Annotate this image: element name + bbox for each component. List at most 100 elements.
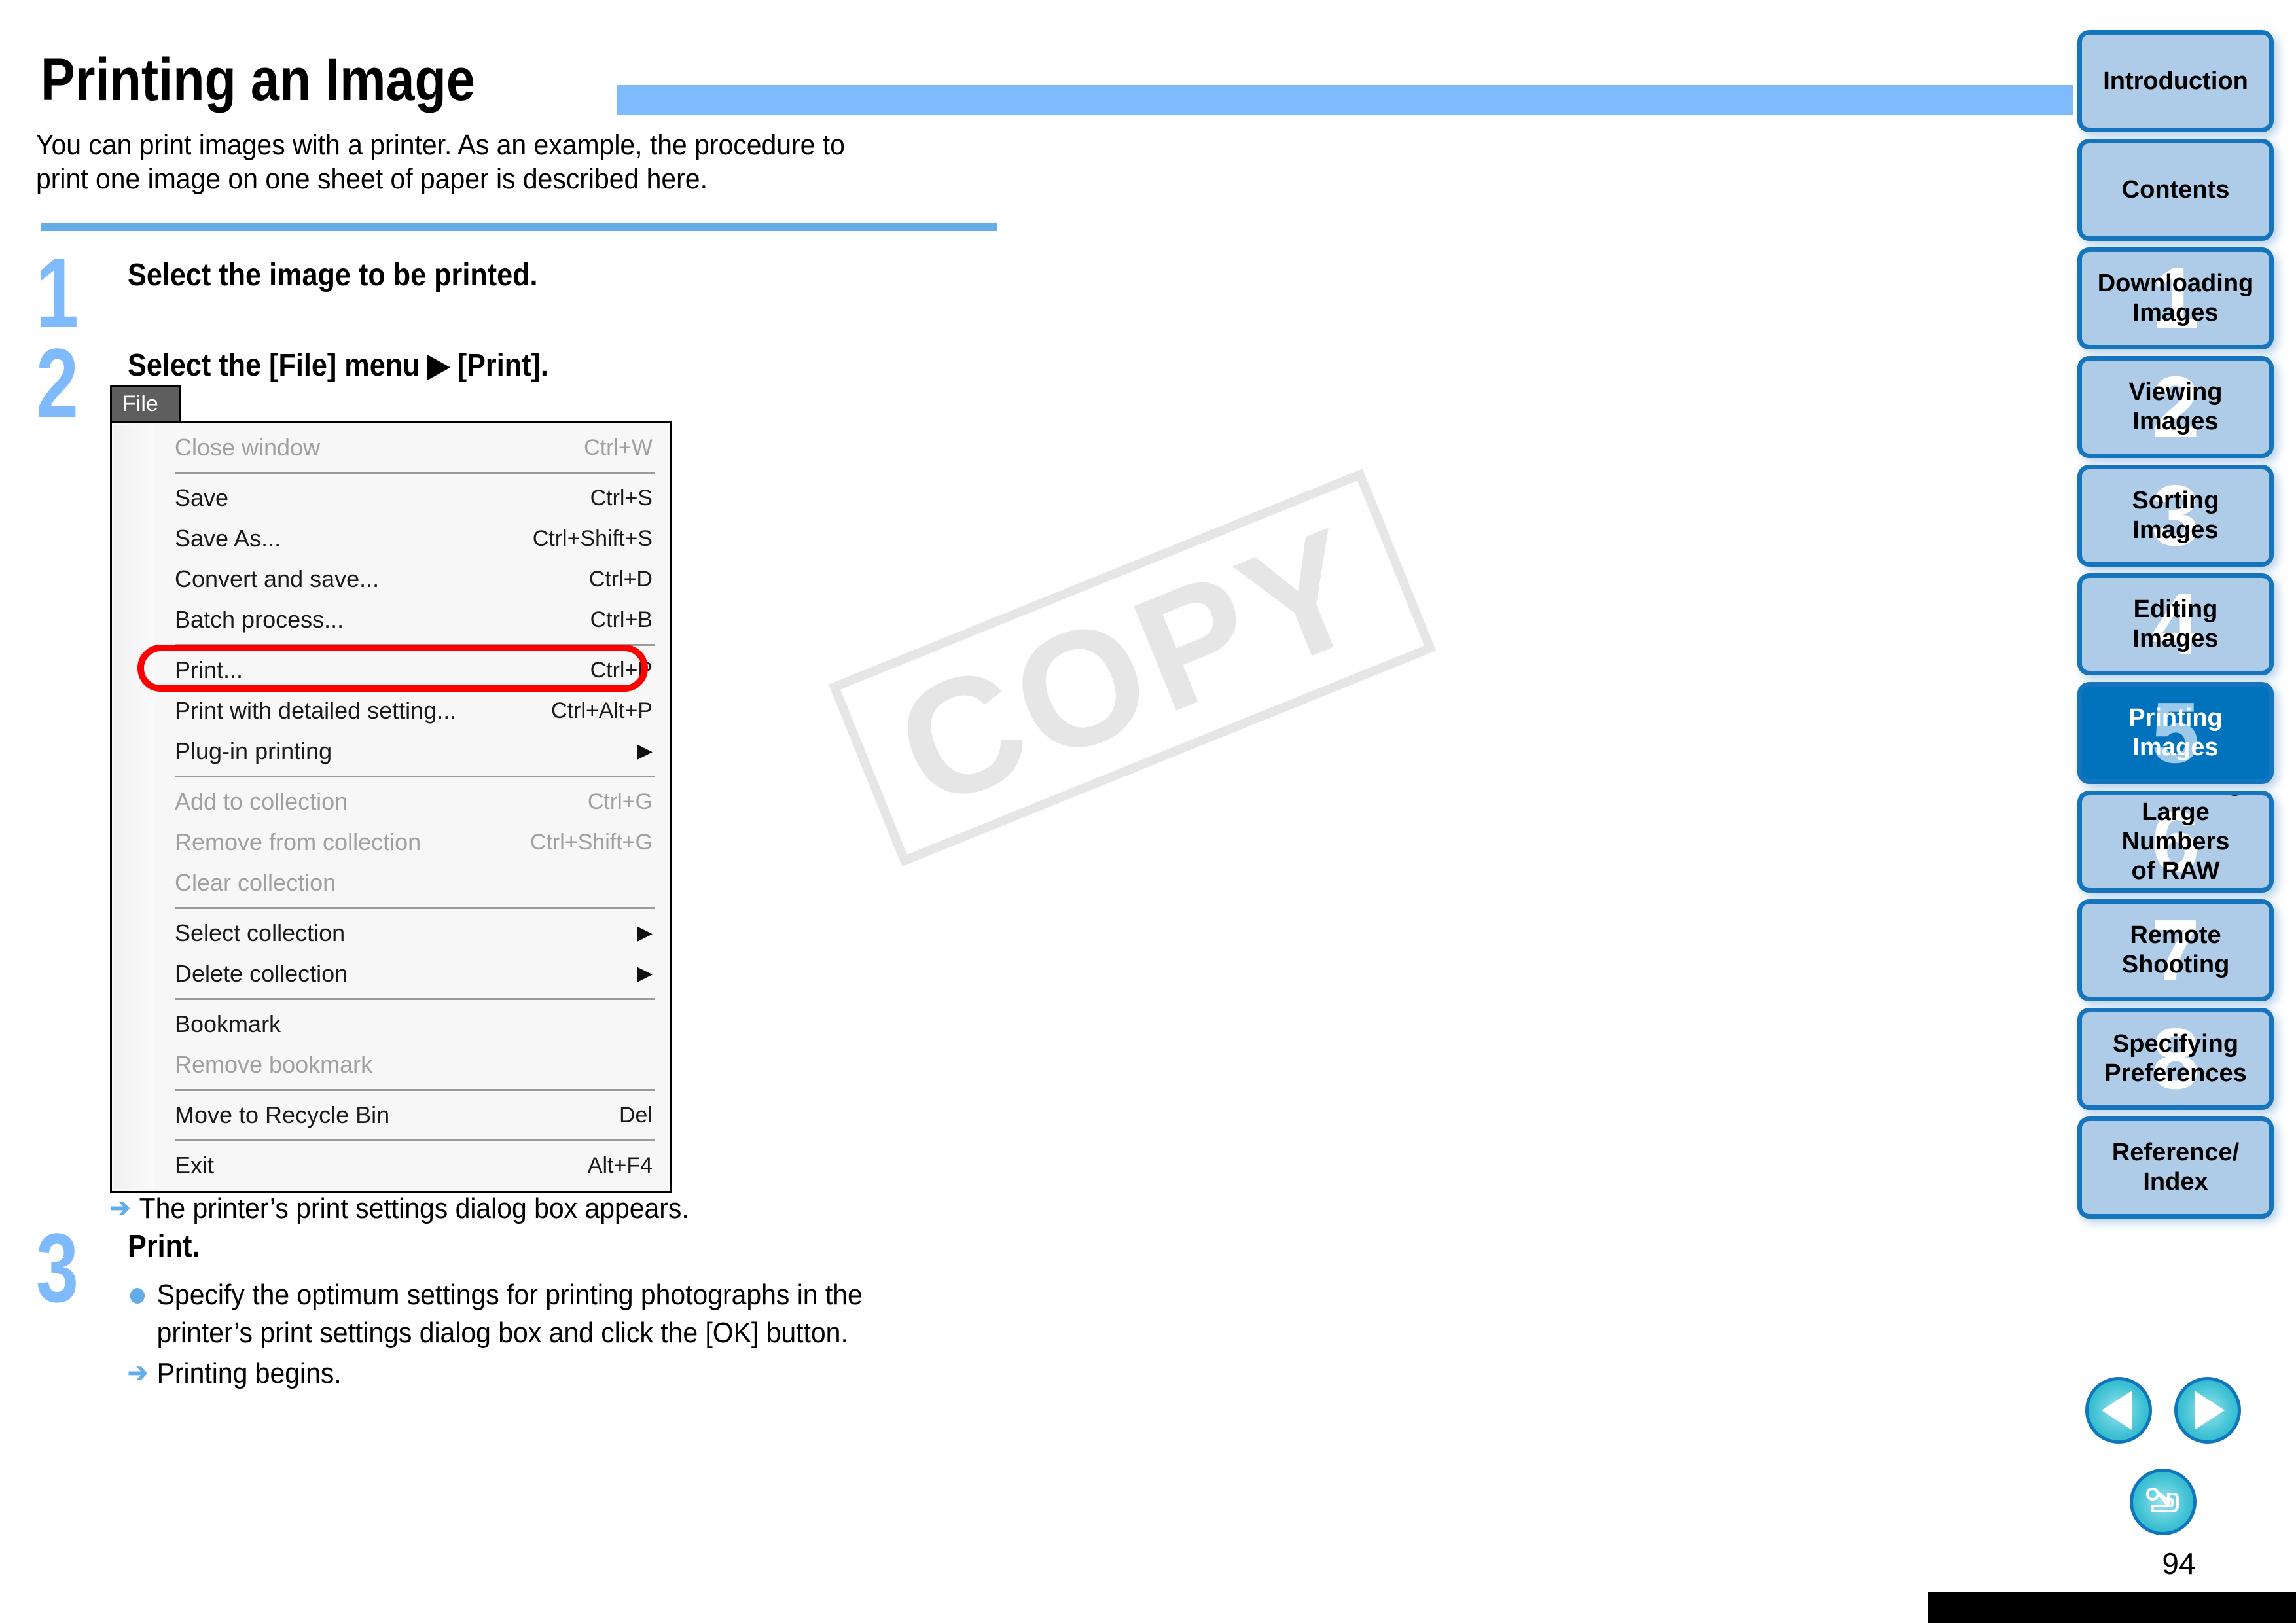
chapter-sidebar: Introduction Contents 1 Downloading Images 2… [2062, 0, 2296, 1623]
menu-item-label: Plug-in printing [175, 738, 332, 764]
sidebar-tab-contents[interactable]: Contents [2077, 139, 2274, 241]
menu-item[interactable]: Exit Alt+F4 [112, 1145, 670, 1186]
chevron-left-icon [2102, 1391, 2132, 1430]
file-menu-tab[interactable]: File [110, 385, 181, 421]
copy-watermark: COPY [828, 469, 1437, 866]
sidebar-tab-label: Processing Large Numbers of RAW Images [2109, 795, 2243, 888]
menu-separator [175, 1139, 655, 1141]
menu-item-label: Remove from collection [175, 829, 422, 855]
menu-item[interactable]: Save Ctrl+S [112, 478, 670, 518]
step-3-bullet: Specify the optimum settings for printin… [128, 1276, 919, 1352]
menu-item-label: Close window [175, 434, 321, 461]
menu-item: Add to collection Ctrl+G [112, 781, 670, 822]
menu-item[interactable]: Plug-in printing ▶ [112, 731, 670, 772]
menu-item[interactable]: Batch process... Ctrl+B [112, 599, 670, 640]
sidebar-tab-reference-index[interactable]: Reference/ Index [2077, 1116, 2274, 1219]
menu-item-label: Delete collection [175, 960, 348, 987]
sidebar-tab-editing-images[interactable]: 4 Editing Images [2077, 573, 2274, 675]
menu-item[interactable]: Bookmark [112, 1004, 670, 1044]
sidebar-tab-label: Editing Images [2132, 596, 2219, 652]
menu-item[interactable]: Delete collection ▶ [112, 954, 670, 994]
sidebar-tab-viewing-images[interactable]: 2 Viewing Images [2077, 356, 2274, 458]
submenu-arrow-icon: ▶ [637, 922, 653, 944]
menu-item-shortcut: Del [619, 1102, 653, 1128]
title-accent-bar [617, 85, 2073, 115]
step-3-number: 3 [36, 1213, 79, 1323]
submenu-arrow-icon: ▶ [637, 740, 653, 762]
page-title: Printing an Image [41, 46, 475, 113]
file-menu-panel: Close window Ctrl+W Save Ctrl+S Save As... Ct… [110, 421, 672, 1193]
page-number: 94 [2162, 1546, 2196, 1580]
menu-item-label: Bookmark [175, 1010, 281, 1037]
menu-separator [175, 1089, 655, 1091]
section-divider [41, 223, 997, 231]
step-2-number: 2 [36, 328, 79, 438]
menu-item[interactable]: Move to Recycle Bin Del [112, 1095, 670, 1135]
sidebar-tab-label: Printing Images [2128, 704, 2223, 761]
sidebar-tab-downloading-images[interactable]: 1 Downloading Images [2077, 247, 2274, 349]
menu-item-label: Move to Recycle Bin [175, 1101, 390, 1128]
copy-watermark-text: COPY [873, 491, 1391, 843]
result-arrow-icon: ➔ [128, 1359, 149, 1387]
sidebar-tab-label: Viewing Images [2128, 378, 2223, 435]
menu-item-label: Save [175, 484, 229, 511]
menu-item-label: Save As... [175, 525, 281, 552]
sidebar-tab-printing-images[interactable]: 5 Printing Images [2077, 682, 2274, 784]
sidebar-tab-processing-large-numbers-of-raw-images[interactable]: 6Processing Large Numbers of RAW Images [2077, 791, 2274, 893]
menu-item: Remove from collection Ctrl+Shift+G [112, 822, 670, 863]
menu-item-shortcut: Ctrl+D [588, 566, 653, 592]
menu-item[interactable]: Select collection ▶ [112, 913, 670, 954]
sidebar-tab-label: Specifying Preferences [2104, 1030, 2247, 1087]
menu-item-label: Remove bookmark [175, 1051, 373, 1078]
footer-black-bar [1928, 1592, 2296, 1623]
step-3-bullet-text: Specify the optimum settings for printin… [156, 1279, 863, 1349]
sidebar-tab-label: Sorting Images [2132, 487, 2219, 544]
menu-item-label: Add to collection [175, 788, 348, 815]
step-1-heading: Select the image to be printed. [128, 258, 538, 293]
sidebar-tab-label: Downloading Images [2097, 270, 2254, 327]
sidebar-tab-specifying-preferences[interactable]: 8 Specifying Preferences [2077, 1008, 2274, 1110]
menu-item[interactable]: Print with detailed setting... Ctrl+Alt+P [112, 690, 670, 731]
menu-item[interactable]: Print... Ctrl+P [112, 650, 670, 690]
menu-item-shortcut: Ctrl+Shift+G [529, 829, 653, 855]
menu-item-label: Exit [175, 1152, 215, 1179]
prev-page-button[interactable] [2085, 1377, 2152, 1444]
menu-separator [175, 472, 655, 474]
return-button[interactable] [2130, 1469, 2197, 1535]
chevron-right-icon [2195, 1391, 2225, 1430]
menu-item-shortcut: Ctrl+B [590, 607, 653, 632]
menu-item: Remove bookmark [112, 1044, 670, 1085]
menu-item-shortcut: Ctrl+Alt+P [551, 698, 653, 723]
step-2-result-text: The printer’s print settings dialog box … [139, 1192, 689, 1224]
menu-separator [175, 776, 655, 777]
sidebar-tab-sorting-images[interactable]: 3 Sorting Images [2077, 465, 2274, 567]
menu-item[interactable]: Convert and save... Ctrl+D [112, 559, 670, 599]
menu-item: Close window Ctrl+W [112, 427, 670, 468]
menu-separator [175, 907, 655, 909]
sidebar-tab-introduction[interactable]: Introduction [2077, 30, 2274, 132]
return-arrow-icon [2146, 1488, 2179, 1512]
step-3-result-text: Printing begins. [156, 1357, 342, 1389]
step-2-heading: Select the [File] menu ▶ [Print]. [128, 348, 548, 383]
menu-item-label: Select collection [175, 919, 346, 946]
sidebar-tab-label: Remote Shooting [2121, 921, 2230, 978]
menu-item[interactable]: Save As... Ctrl+Shift+S [112, 518, 670, 559]
menu-item-shortcut: Ctrl+S [590, 485, 653, 510]
sidebar-tab-remote-shooting[interactable]: 7 Remote Shooting [2077, 899, 2274, 1001]
sidebar-tab-label: Introduction [2103, 67, 2248, 95]
menu-item-shortcut: Alt+F4 [587, 1152, 653, 1178]
menu-item-shortcut: Ctrl+P [590, 657, 653, 683]
result-arrow-icon: ➔ [110, 1194, 131, 1222]
next-page-button[interactable] [2174, 1377, 2241, 1444]
menu-item-label: Batch process... [175, 606, 344, 633]
page-header: Printing an Image [41, 46, 2073, 119]
step-1-number: 1 [36, 238, 79, 348]
menu-item-shortcut: Ctrl+G [587, 789, 653, 814]
menu-item: Clear collection [112, 863, 670, 903]
menu-separator [175, 998, 655, 1000]
menu-item-label: Print... [175, 656, 243, 683]
menu-item-shortcut: Ctrl+W [584, 435, 653, 460]
menu-separator [175, 644, 655, 646]
sidebar-tab-label: Reference/ Index [2111, 1139, 2240, 1196]
menu-item-label: Print with detailed setting... [175, 697, 457, 724]
